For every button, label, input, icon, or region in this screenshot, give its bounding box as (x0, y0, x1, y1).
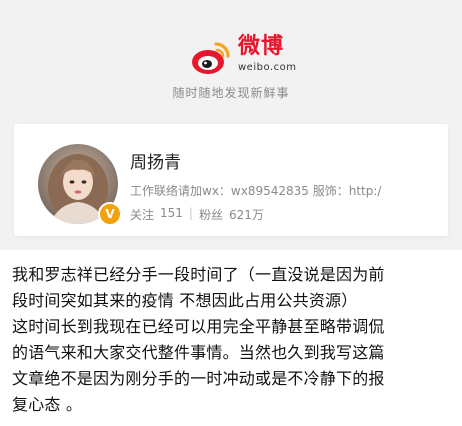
profile-stats: 关注 151 | 粉丝 621万 (130, 206, 264, 223)
post-line: 复心态 。 (12, 395, 83, 414)
brand-header: 微博 weibo.com 随时随地发现新鲜事 (0, 0, 462, 118)
followers-count[interactable]: 621万 (229, 206, 264, 223)
post-line: 文章绝不是因为刚分手的一时冲动或是不冷静下的报 (12, 369, 385, 388)
avatar[interactable]: V (38, 144, 122, 226)
post-line: 我和罗志祥已经分手一段时间了（一直没说是因为前 (12, 265, 385, 284)
verified-badge: V (98, 202, 122, 226)
post-text: 我和罗志祥已经分手一段时间了（一直没说是因为前 段时间突如其来的疫情 不想因此占… (12, 262, 452, 418)
profile-username[interactable]: 周扬青 (130, 148, 181, 173)
weibo-name-cn: 微博 (238, 34, 285, 59)
post-line: 段时间突如其来的疫情 不想因此占用公共资源） (12, 291, 358, 310)
profile-bio: 工作联络请加wx：wx89542835 服饰：http:/ (130, 184, 382, 198)
profile-card[interactable]: V 周扬青 工作联络请加wx：wx89542835 服饰：http:/ 关注 1… (14, 124, 448, 236)
post-content: 我和罗志祥已经分手一段时间了（一直没说是因为前 段时间突如其来的疫情 不想因此占… (0, 250, 462, 426)
weibo-logo[interactable]: 微博 weibo.com (190, 36, 296, 78)
brand-tagline: 随时随地发现新鲜事 (172, 86, 290, 100)
post-line: 的语气来和大家交代整件事情。当然也久到我写这篇 (12, 343, 385, 362)
following-label[interactable]: 关注 (130, 206, 154, 223)
weibo-domain: weibo.com (238, 62, 297, 73)
stats-divider: | (188, 206, 193, 220)
weibo-eye-icon (192, 42, 230, 74)
post-line: 这时间长到我现在已经可以用完全平静甚至略带调侃 (12, 317, 385, 336)
followers-label[interactable]: 粉丝 (199, 206, 223, 223)
following-count[interactable]: 151 (160, 206, 183, 223)
